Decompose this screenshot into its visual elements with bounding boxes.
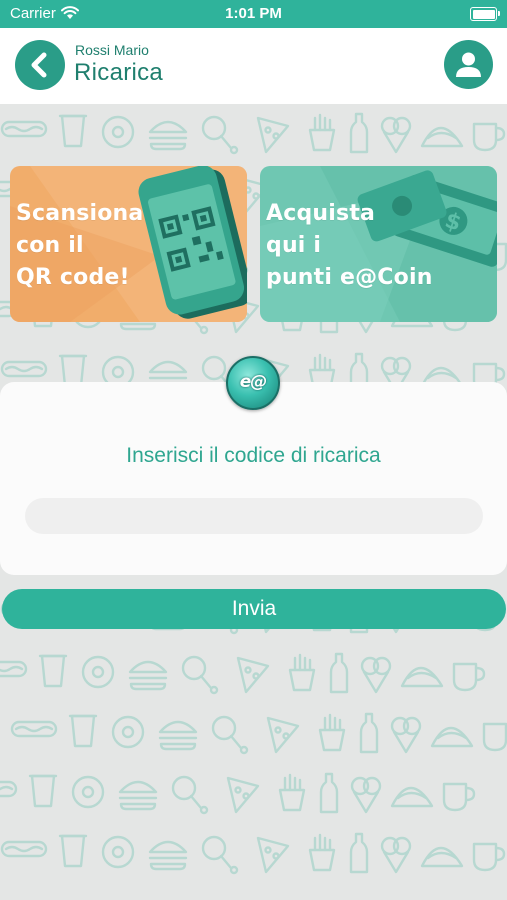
status-bar: Carrier 1:01 PM <box>0 0 507 28</box>
user-icon <box>456 52 481 77</box>
submit-button[interactable]: Invia <box>2 589 506 629</box>
scan-qr-card[interactable]: Scansiona con il QR code! <box>10 166 247 322</box>
recharge-panel: Inserisci il codice di ricarica <box>0 382 507 575</box>
battery-icon <box>470 7 500 21</box>
buy-coins-text: Acquista qui i punti e@Coin <box>266 201 433 290</box>
ecoin-logo: e@ <box>226 356 280 410</box>
logo-text: e@ <box>239 372 268 392</box>
chevron-left-icon <box>31 52 47 78</box>
back-button[interactable] <box>15 40 65 90</box>
buy-coins-card[interactable]: $ Acquista qui i punti e@Coin <box>260 166 497 322</box>
app-header: Rossi Mario Ricarica <box>0 28 507 104</box>
status-time: 1:01 PM <box>225 5 282 22</box>
page-title: Ricarica <box>74 59 164 86</box>
scan-qr-text: Scansiona con il QR code! <box>16 201 144 290</box>
recharge-code-input[interactable] <box>25 498 483 534</box>
recharge-prompt: Inserisci il codice di ricarica <box>126 444 381 467</box>
user-name: Rossi Mario <box>75 42 149 58</box>
profile-button[interactable] <box>444 40 493 89</box>
